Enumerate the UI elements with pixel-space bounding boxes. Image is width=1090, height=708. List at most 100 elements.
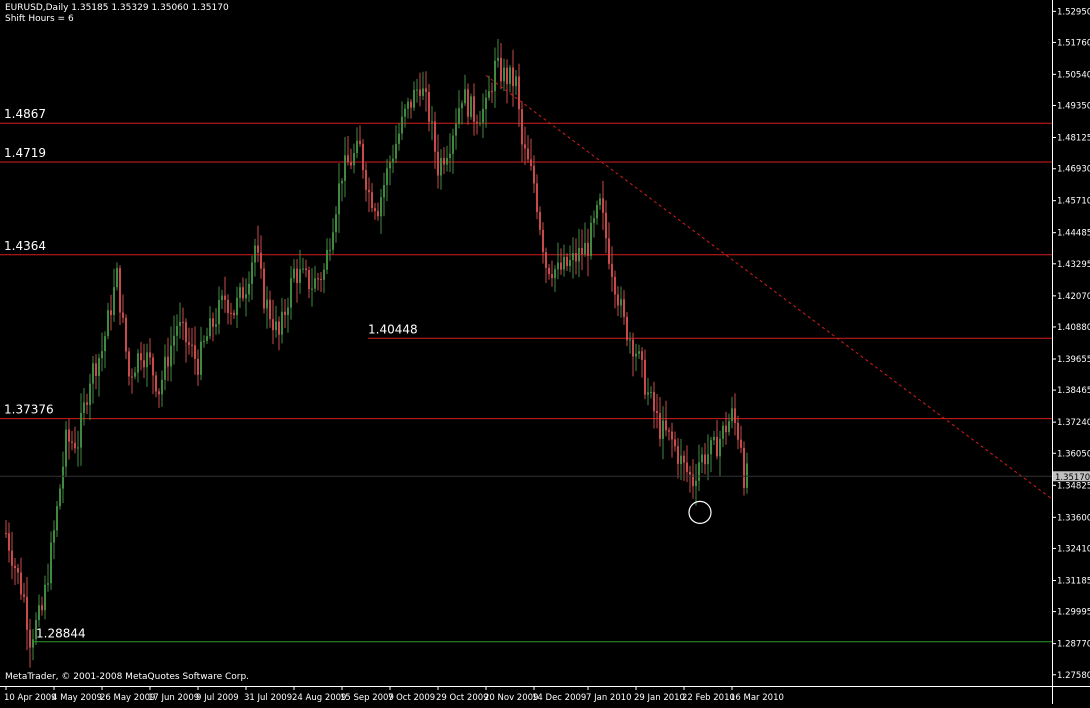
candle (248, 271, 250, 303)
marker-circle[interactable] (688, 500, 712, 525)
candle (119, 265, 121, 325)
candle (110, 294, 112, 331)
candle (659, 397, 661, 447)
chart-area[interactable]: 1.4867 1.4719 1.4364 1.40448 1.37376 1.28844 … (0, 0, 1090, 704)
candle (266, 286, 268, 329)
candle (308, 266, 310, 299)
candle (545, 247, 547, 284)
candle (731, 396, 733, 429)
candle (200, 326, 202, 381)
price-chart[interactable]: 1.48671.47191.43641.404481.373761.28844 … (0, 0, 1090, 704)
candle (353, 143, 355, 174)
candle (566, 253, 568, 271)
level-label: 1.40448 (368, 322, 418, 336)
time-tick-label: 17 Jun 2009 (148, 693, 199, 703)
candle (641, 347, 643, 378)
shift-hours-info: Shift Hours = 6 (5, 14, 74, 24)
candle (227, 294, 229, 325)
candle (89, 373, 91, 421)
time-tick-label: 16 Mar 2010 (730, 693, 784, 703)
candle (8, 522, 10, 563)
candle (638, 344, 640, 360)
candle (740, 425, 742, 454)
candle (710, 436, 712, 473)
symbol-info: EURUSD,Daily 1.35185 1.35329 1.35060 1.3… (5, 3, 229, 13)
candle (551, 260, 553, 287)
price-tick-label: 1.34825 (1057, 481, 1090, 491)
candle (326, 238, 328, 275)
candle (449, 133, 451, 173)
candle (548, 263, 550, 280)
trend-line[interactable] (485, 74, 1053, 500)
candle (146, 343, 148, 387)
candle (503, 58, 505, 91)
support-label: 1.28844 (36, 627, 86, 641)
candle (446, 145, 448, 172)
candle (86, 393, 88, 415)
candle (203, 335, 205, 348)
candle (182, 307, 184, 341)
candle (131, 368, 133, 394)
candle (167, 337, 169, 382)
candle (329, 238, 331, 261)
candle (728, 413, 730, 436)
time-tick-label: 20 Nov 2009 (484, 693, 538, 703)
time-tick-label: 29 Jan 2010 (634, 693, 685, 703)
candle (206, 327, 208, 344)
candle (704, 442, 706, 475)
candle (629, 331, 631, 354)
time-tick-label: 31 Jul 2009 (244, 693, 292, 703)
candle (32, 628, 34, 661)
candle (356, 127, 358, 159)
candle (416, 78, 418, 103)
candle (62, 451, 64, 504)
candle (596, 200, 598, 225)
candle (233, 309, 235, 319)
candle (632, 332, 634, 377)
candle (164, 344, 166, 391)
candle (422, 71, 424, 101)
candle (92, 355, 94, 404)
candle (455, 108, 457, 150)
candle (626, 312, 628, 347)
candle (104, 331, 106, 369)
candle (581, 229, 583, 271)
candle (743, 441, 745, 496)
candle (365, 162, 367, 202)
candle (608, 222, 610, 270)
candle (674, 431, 676, 452)
candle (68, 418, 70, 460)
candle (311, 268, 313, 307)
candle (719, 430, 721, 477)
time-tick-label: 14 Dec 2009 (532, 693, 586, 703)
price-tick-label: 1.48125 (1057, 133, 1090, 143)
candle (14, 558, 16, 585)
candle (74, 426, 76, 454)
candle (230, 302, 232, 325)
candle (401, 101, 403, 140)
time-tick-label: 29 Oct 2009 (436, 693, 489, 703)
candle (413, 81, 415, 111)
price-tick-label: 1.46930 (1057, 165, 1090, 175)
candle (599, 193, 601, 210)
candle (56, 501, 58, 538)
candle (389, 155, 391, 186)
candle (512, 49, 514, 107)
time-tick-label: 7 Jan 2010 (586, 693, 632, 703)
candle (716, 419, 718, 460)
price-tick-label: 1.38465 (1057, 386, 1090, 396)
candle (383, 172, 385, 217)
candle (332, 218, 334, 255)
level-label: 1.4364 (4, 239, 46, 253)
candle (170, 326, 172, 382)
candle (221, 289, 223, 309)
level-label: 1.4867 (4, 107, 46, 121)
candle (467, 83, 469, 125)
candle (209, 306, 211, 340)
candle (419, 72, 421, 107)
candle (272, 299, 274, 345)
candle (239, 282, 241, 308)
candle (650, 386, 652, 399)
candle (254, 238, 256, 277)
candle (617, 286, 619, 317)
